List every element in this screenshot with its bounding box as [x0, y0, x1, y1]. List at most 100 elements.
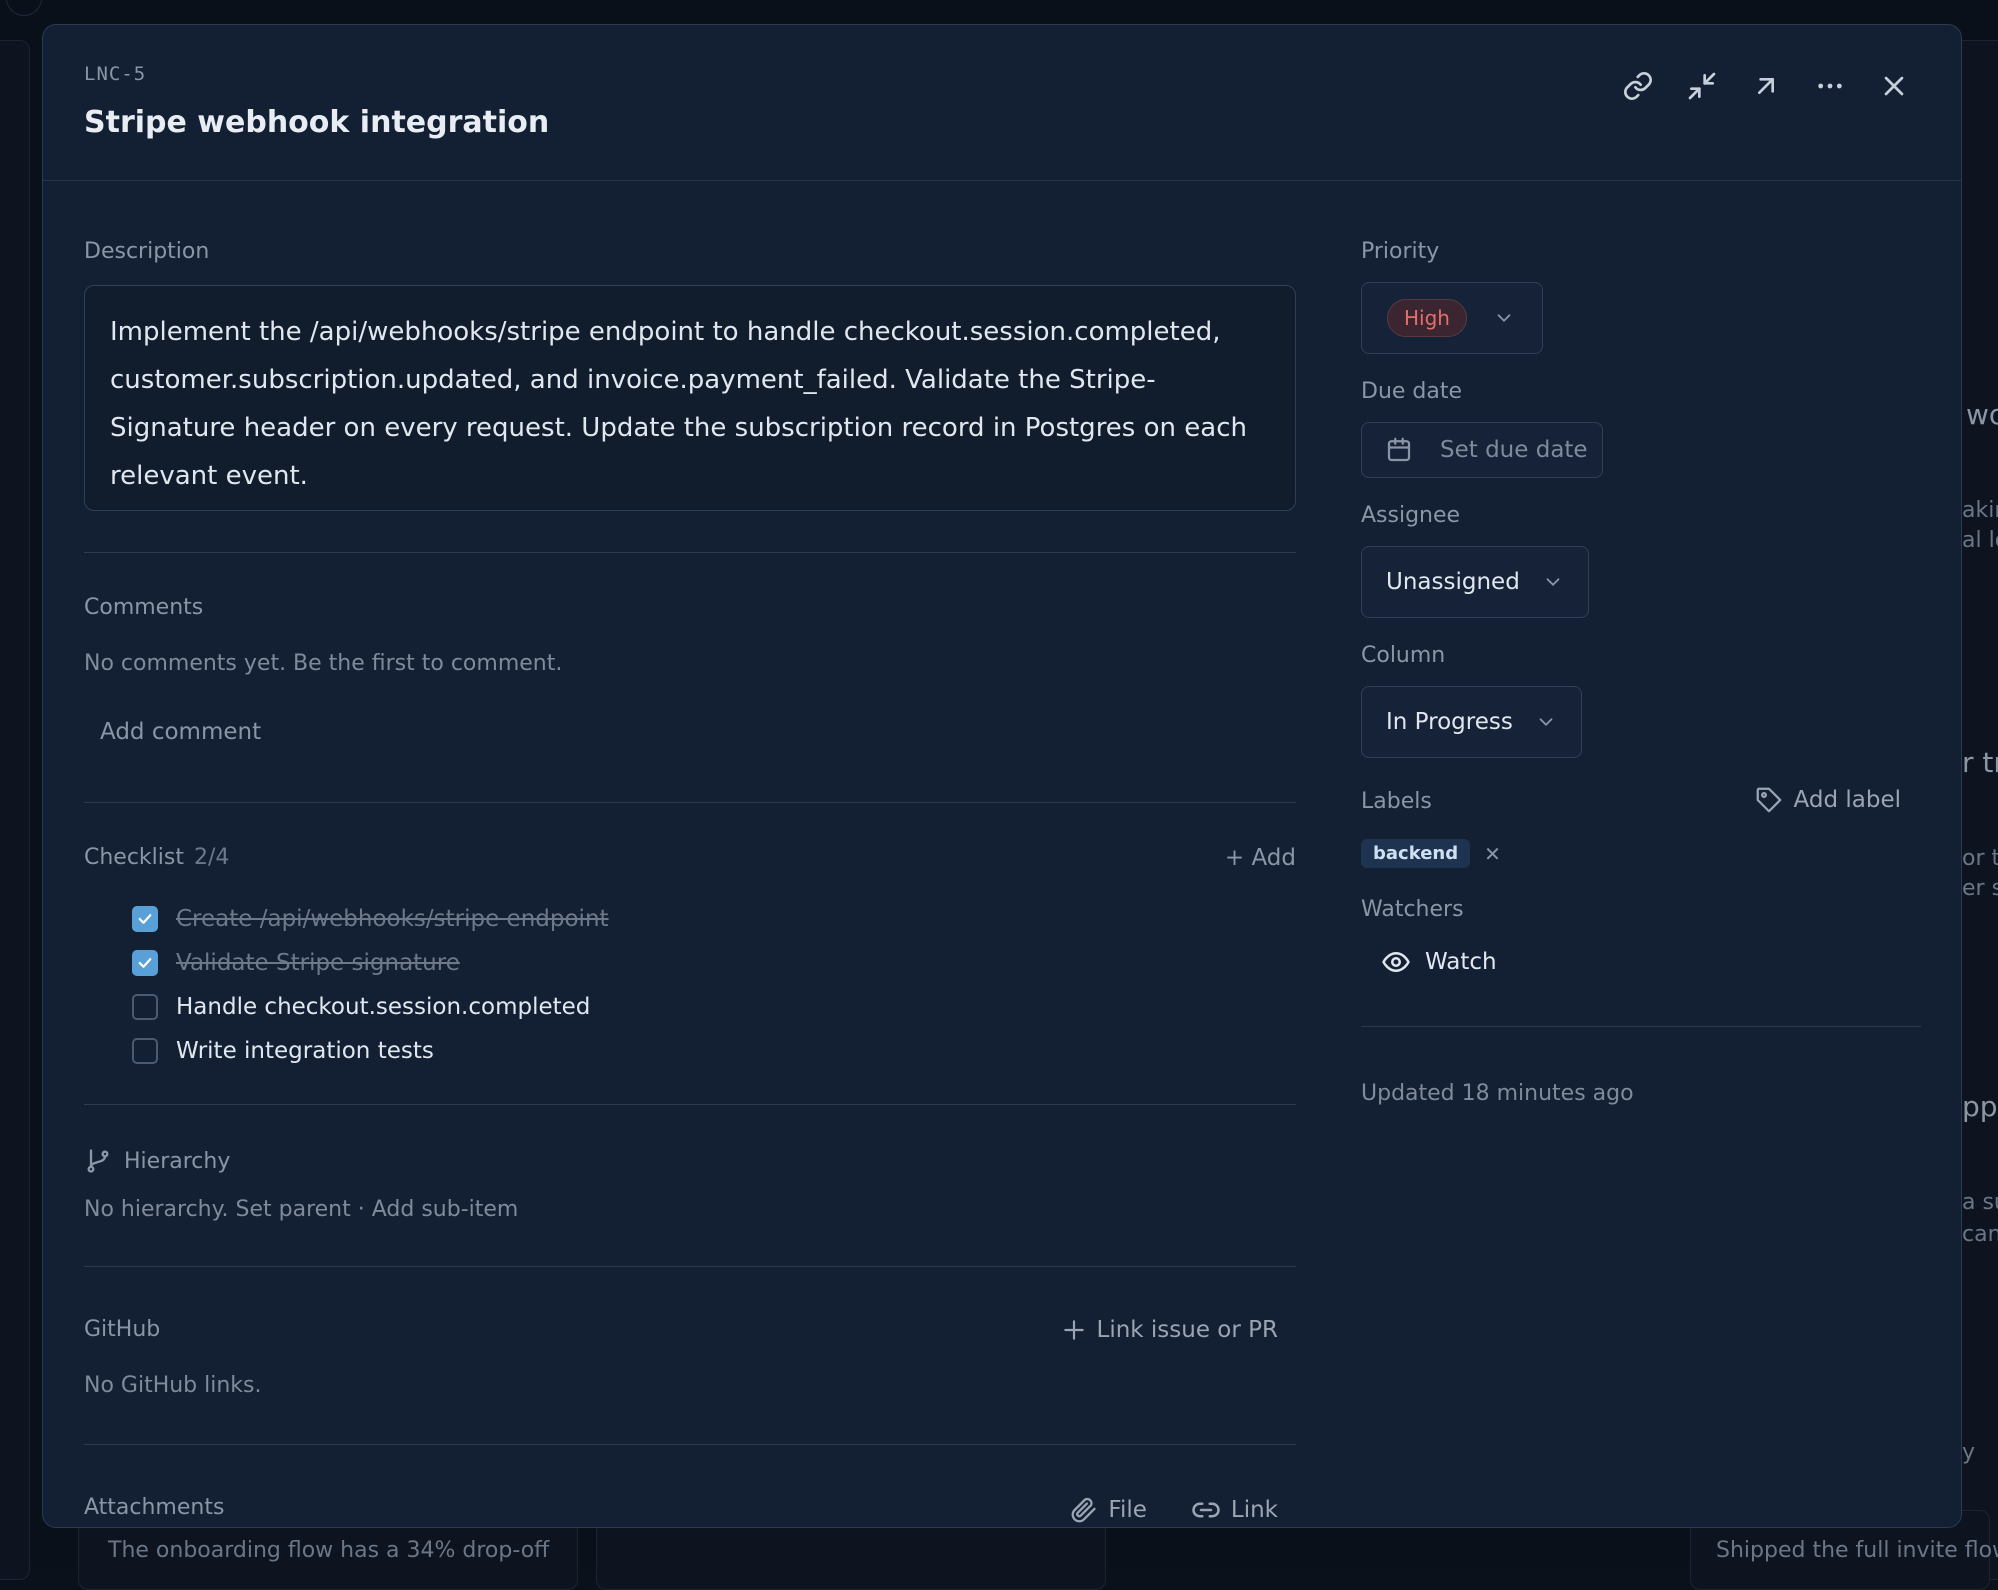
board-card-text: or t: [1962, 846, 1998, 871]
checklist-item-text[interactable]: Handle checkout.session.completed: [176, 994, 590, 1020]
checkbox-unchecked[interactable]: [132, 994, 158, 1020]
checklist: Create /api/webhooks/stripe endpoint Val…: [132, 897, 609, 1073]
copy-link-button[interactable]: [1621, 69, 1655, 103]
watch-label: Watch: [1425, 949, 1497, 975]
link-icon: [1191, 1495, 1221, 1525]
due-date-picker[interactable]: Set due date: [1361, 422, 1603, 478]
priority-label: Priority: [1361, 239, 1439, 264]
minimize-icon: [1686, 70, 1718, 102]
close-button[interactable]: [1877, 69, 1911, 103]
assignee-label: Assignee: [1361, 503, 1460, 528]
checklist-label: Checklist 2/4: [84, 845, 229, 870]
chevron-down-icon: [1493, 307, 1515, 329]
github-empty-text: No GitHub links.: [84, 1373, 262, 1398]
link-issue-label: Link issue or PR: [1097, 1317, 1279, 1343]
label-chip-text[interactable]: backend: [1361, 839, 1470, 868]
attachments-label: Attachments: [84, 1495, 224, 1520]
labels-row: Labels Add label: [1361, 789, 1921, 814]
description-editor[interactable]: Implement the /api/webhooks/stripe endpo…: [84, 285, 1296, 511]
add-sub-item-link[interactable]: Add sub-item: [372, 1197, 519, 1222]
hierarchy-empty-text: No hierarchy. Set parent · Add sub-item: [84, 1197, 518, 1222]
modal-header: LNC-5 Stripe webhook integration: [43, 25, 1961, 181]
close-icon: [1878, 70, 1910, 102]
checklist-item-text[interactable]: Validate Stripe signature: [176, 950, 460, 976]
checklist-title: Checklist: [84, 845, 184, 870]
set-parent-link[interactable]: Set parent: [236, 1197, 351, 1222]
column-value: In Progress: [1386, 709, 1513, 735]
paperclip-icon: [1070, 1496, 1098, 1524]
plus-icon: [1061, 1317, 1087, 1343]
column-select[interactable]: In Progress: [1361, 686, 1582, 758]
description-label: Description: [84, 239, 209, 264]
board-card-text: The onboarding flow has a 34% drop-off: [108, 1538, 549, 1563]
board-card-title: r tr: [1962, 746, 1998, 779]
divider: [84, 1444, 1296, 1445]
due-date-placeholder: Set due date: [1440, 437, 1588, 463]
comments-empty-text: No comments yet. Be the first to comment…: [84, 651, 562, 676]
board-card-text: y: [1962, 1440, 1975, 1465]
add-label-text: Add label: [1794, 787, 1901, 813]
board-column-left: [0, 40, 30, 1580]
board-card-text: al lo: [1962, 528, 1998, 553]
hierarchy-title: Hierarchy: [124, 1149, 230, 1174]
more-options-button[interactable]: [1813, 69, 1847, 103]
board-card-title: wo: [1966, 398, 1998, 431]
checklist-item-text[interactable]: Write integration tests: [176, 1038, 434, 1064]
issue-key: LNC-5: [84, 63, 146, 85]
board-card-text: a su: [1962, 1190, 1998, 1215]
calendar-icon: [1384, 435, 1414, 465]
hierarchy-empty-prefix: No hierarchy.: [84, 1197, 229, 1222]
checklist-count: 2/4: [194, 845, 229, 870]
watch-button[interactable]: Watch: [1381, 947, 1497, 977]
attach-link-label: Link: [1231, 1497, 1278, 1523]
board-card-text: can: [1962, 1222, 1998, 1247]
checklist-add-button[interactable]: + Add: [1225, 845, 1296, 871]
comments-label: Comments: [84, 595, 203, 620]
link-issue-button[interactable]: Link issue or PR: [1061, 1317, 1279, 1343]
divider: [84, 802, 1296, 803]
checkbox-checked[interactable]: [132, 950, 158, 976]
label-chip-backend: backend ✕: [1361, 839, 1501, 868]
checkbox-checked[interactable]: [132, 906, 158, 932]
checklist-item: Validate Stripe signature: [132, 941, 609, 985]
divider: [1361, 1026, 1921, 1027]
remove-label-icon[interactable]: ✕: [1484, 842, 1501, 866]
checkbox-unchecked[interactable]: [132, 1038, 158, 1064]
attach-file-label: File: [1108, 1497, 1147, 1523]
attach-link-button[interactable]: Link: [1191, 1495, 1278, 1525]
attach-file-button[interactable]: File: [1070, 1495, 1147, 1525]
board-card-text: Shipped the full invite flow:: [1716, 1538, 1998, 1563]
add-label-button[interactable]: Add label: [1754, 785, 1901, 815]
attachment-actions: File Link: [1070, 1495, 1278, 1525]
eye-icon: [1381, 947, 1411, 977]
divider: [84, 1266, 1296, 1267]
updated-timestamp: Updated 18 minutes ago: [1361, 1081, 1634, 1106]
check-icon: [136, 910, 154, 928]
board-card-title: pp: [1962, 1090, 1998, 1123]
link-icon: [1622, 70, 1654, 102]
header-actions: [1621, 69, 1911, 103]
chevron-down-icon: [1542, 571, 1564, 593]
checklist-item-text[interactable]: Create /api/webhooks/stripe endpoint: [176, 906, 609, 932]
divider: [84, 1104, 1296, 1105]
add-comment-input[interactable]: Add comment: [100, 719, 261, 745]
board-avatar: [6, 0, 42, 16]
git-branch-icon: [84, 1147, 112, 1175]
divider: [84, 552, 1296, 553]
due-date-label: Due date: [1361, 379, 1462, 404]
chevron-down-icon: [1535, 711, 1557, 733]
issue-modal: LNC-5 Stripe webhook integration Descrip…: [42, 24, 1962, 1528]
issue-title[interactable]: Stripe webhook integration: [84, 105, 549, 140]
board-card-text: akin: [1962, 498, 1998, 523]
assignee-select[interactable]: Unassigned: [1361, 546, 1589, 618]
priority-select[interactable]: High: [1361, 282, 1543, 354]
check-icon: [136, 954, 154, 972]
column-label: Column: [1361, 643, 1445, 668]
checklist-item: Handle checkout.session.completed: [132, 985, 609, 1029]
open-full-page-button[interactable]: [1749, 69, 1783, 103]
tag-icon: [1754, 785, 1784, 815]
assignee-value: Unassigned: [1386, 569, 1520, 595]
priority-badge: High: [1387, 299, 1467, 337]
minimize-button[interactable]: [1685, 69, 1719, 103]
arrow-up-right-icon: [1750, 70, 1782, 102]
